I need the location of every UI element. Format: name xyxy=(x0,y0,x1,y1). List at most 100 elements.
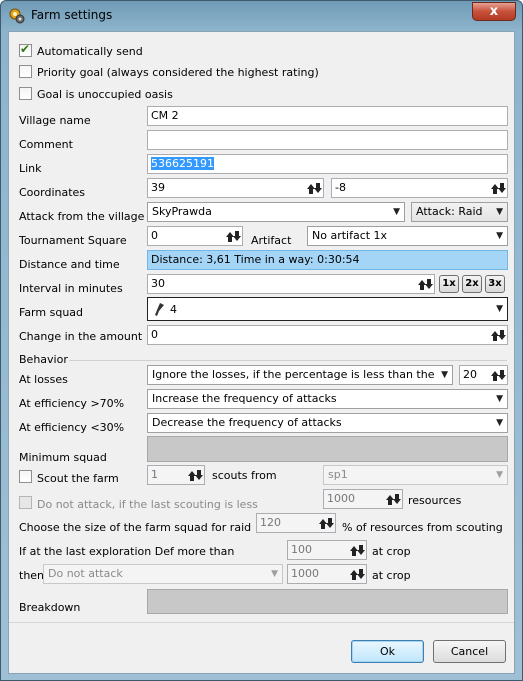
change-amount-label: Change in the amount xyxy=(19,330,143,343)
then-value-input[interactable]: 1000 xyxy=(287,564,367,584)
comment-input[interactable] xyxy=(147,130,508,150)
minimum-squad-field[interactable] xyxy=(147,436,508,462)
spin-arrows-icon[interactable] xyxy=(490,179,507,197)
breakdown-field[interactable] xyxy=(147,589,508,614)
breakdown-label: Breakdown xyxy=(19,601,81,614)
artifact-value: No artifact 1x xyxy=(312,229,388,242)
chevron-down-icon: ▼ xyxy=(496,470,503,480)
farm-settings-window: Farm settings x Automatically send Prior… xyxy=(0,0,523,681)
scout-village-value: sp1 xyxy=(328,468,348,481)
interval-1x-button[interactable]: 1x xyxy=(439,275,459,293)
link-input[interactable]: 536625191 xyxy=(147,154,508,174)
interval-3x-button[interactable]: 3x xyxy=(485,275,505,293)
dialog-body: Automatically send Priority goal (always… xyxy=(8,31,515,674)
link-label: Link xyxy=(19,162,42,175)
def-more-input[interactable]: 100 xyxy=(287,540,367,560)
club-icon xyxy=(155,303,164,316)
then-label: then xyxy=(19,569,45,582)
village-name-label: Village name xyxy=(19,114,91,127)
then-action-select[interactable]: Do not attack ▼ xyxy=(43,564,283,584)
farm-squad-select[interactable]: 4 ▼ xyxy=(147,297,508,321)
title-bar: Farm settings x xyxy=(1,1,522,31)
efficiency-high-label: At efficiency >70% xyxy=(19,397,125,410)
then-action-value: Do not attack xyxy=(48,567,123,580)
then-value: 1000 xyxy=(291,567,319,580)
def-more-value: 100 xyxy=(291,543,312,556)
at-losses-value: Ignore the losses, if the percentage is … xyxy=(152,368,435,381)
at-losses-label: At losses xyxy=(19,373,68,386)
chevron-down-icon: ▼ xyxy=(496,394,503,404)
chevron-down-icon: ▼ xyxy=(441,370,448,380)
def-more-unit-label: at crop xyxy=(372,545,411,558)
do-not-attack-label: Do not attack, if the last scouting is l… xyxy=(37,498,258,511)
change-amount-input[interactable]: 0 xyxy=(147,325,508,345)
scout-count-value: 1 xyxy=(151,468,158,481)
spin-arrows-icon[interactable] xyxy=(349,565,366,583)
spin-arrows-icon[interactable] xyxy=(306,179,323,197)
chevron-down-icon: ▼ xyxy=(496,207,503,217)
scout-count-input[interactable]: 1 xyxy=(147,465,205,485)
tournament-label: Tournament Square xyxy=(19,234,127,247)
efficiency-low-value: Decrease the frequency of attacks xyxy=(152,416,342,429)
distance-display: Distance: 3,61 Time in a way: 0:30:54 xyxy=(147,250,508,270)
spin-arrows-icon[interactable] xyxy=(385,490,402,508)
resources-unit-label: resources xyxy=(408,494,462,507)
village-name-input[interactable]: CM 2 xyxy=(147,106,508,126)
interval-input[interactable]: 30 xyxy=(147,274,435,294)
coordinates-label: Coordinates xyxy=(19,186,86,199)
attack-village-value: SkyPrawda xyxy=(152,205,212,218)
scout-farm-label: Scout the farm xyxy=(37,472,119,485)
coordinate-x-value: 39 xyxy=(151,181,165,194)
attack-type-value: Attack: Raid xyxy=(416,205,483,218)
at-losses-select[interactable]: Ignore the losses, if the percentage is … xyxy=(147,365,453,385)
efficiency-high-value: Increase the frequency of attacks xyxy=(152,392,337,405)
artifact-select[interactable]: No artifact 1x ▼ xyxy=(307,226,508,246)
coordinate-y-input[interactable]: -8 xyxy=(331,178,508,198)
ok-button[interactable]: Ok xyxy=(351,640,424,663)
loss-threshold-input[interactable]: 20 xyxy=(459,365,508,385)
chevron-down-icon: ▼ xyxy=(271,569,278,579)
close-button[interactable]: x xyxy=(472,2,516,21)
scout-village-select[interactable]: sp1 ▼ xyxy=(323,465,508,485)
squad-size-unit-label: % of resources from scouting xyxy=(342,521,503,534)
artifact-label: Artifact xyxy=(251,234,292,247)
efficiency-high-select[interactable]: Increase the frequency of attacks ▼ xyxy=(147,389,508,409)
scouting-resources-input[interactable]: 1000 xyxy=(323,489,403,509)
link-value: 536625191 xyxy=(151,157,214,170)
priority-goal-checkbox[interactable] xyxy=(19,65,32,78)
spin-arrows-icon[interactable] xyxy=(490,366,507,384)
auto-send-checkbox[interactable] xyxy=(19,42,32,57)
attack-from-label: Attack from the village xyxy=(19,210,145,223)
unoccupied-oasis-checkbox[interactable] xyxy=(19,87,32,100)
coordinate-y-value: -8 xyxy=(335,181,346,194)
dialog-button-bar: Ok Cancel xyxy=(9,622,514,673)
coordinate-x-input[interactable]: 39 xyxy=(147,178,324,198)
interval-2x-button[interactable]: 2x xyxy=(462,275,482,293)
do-not-attack-checkbox[interactable] xyxy=(19,496,32,509)
spin-arrows-icon[interactable] xyxy=(349,541,366,559)
squad-size-label: Choose the size of the farm squad for ra… xyxy=(19,521,252,534)
tournament-input[interactable]: 0 xyxy=(147,226,243,246)
squad-size-input[interactable]: 120 xyxy=(256,513,336,533)
chevron-down-icon: ▼ xyxy=(496,304,503,314)
farm-squad-label: Farm squad xyxy=(19,306,84,319)
attack-type-select[interactable]: Attack: Raid ▼ xyxy=(411,202,508,222)
attack-village-select[interactable]: SkyPrawda ▼ xyxy=(147,202,405,222)
efficiency-low-select[interactable]: Decrease the frequency of attacks ▼ xyxy=(147,413,508,433)
distance-label: Distance and time xyxy=(19,258,120,271)
cancel-button[interactable]: Cancel xyxy=(433,640,506,663)
unoccupied-oasis-label: Goal is unoccupied oasis xyxy=(37,88,173,101)
behavior-section-title: Behavior xyxy=(19,353,68,366)
spin-arrows-icon[interactable] xyxy=(225,227,242,245)
window-title: Farm settings xyxy=(31,8,113,22)
spin-arrows-icon[interactable] xyxy=(417,275,434,293)
spin-arrows-icon[interactable] xyxy=(490,326,507,344)
scout-farm-checkbox[interactable] xyxy=(19,470,32,483)
farm-squad-value: 4 xyxy=(170,303,177,316)
spin-arrows-icon[interactable] xyxy=(318,514,335,532)
scouts-from-label: scouts from xyxy=(212,469,277,482)
auto-send-label: Automatically send xyxy=(37,45,143,58)
def-more-label: If at the last exploration Def more than xyxy=(19,545,235,558)
then-unit-label: at crop xyxy=(372,569,411,582)
spin-arrows-icon[interactable] xyxy=(187,466,204,484)
